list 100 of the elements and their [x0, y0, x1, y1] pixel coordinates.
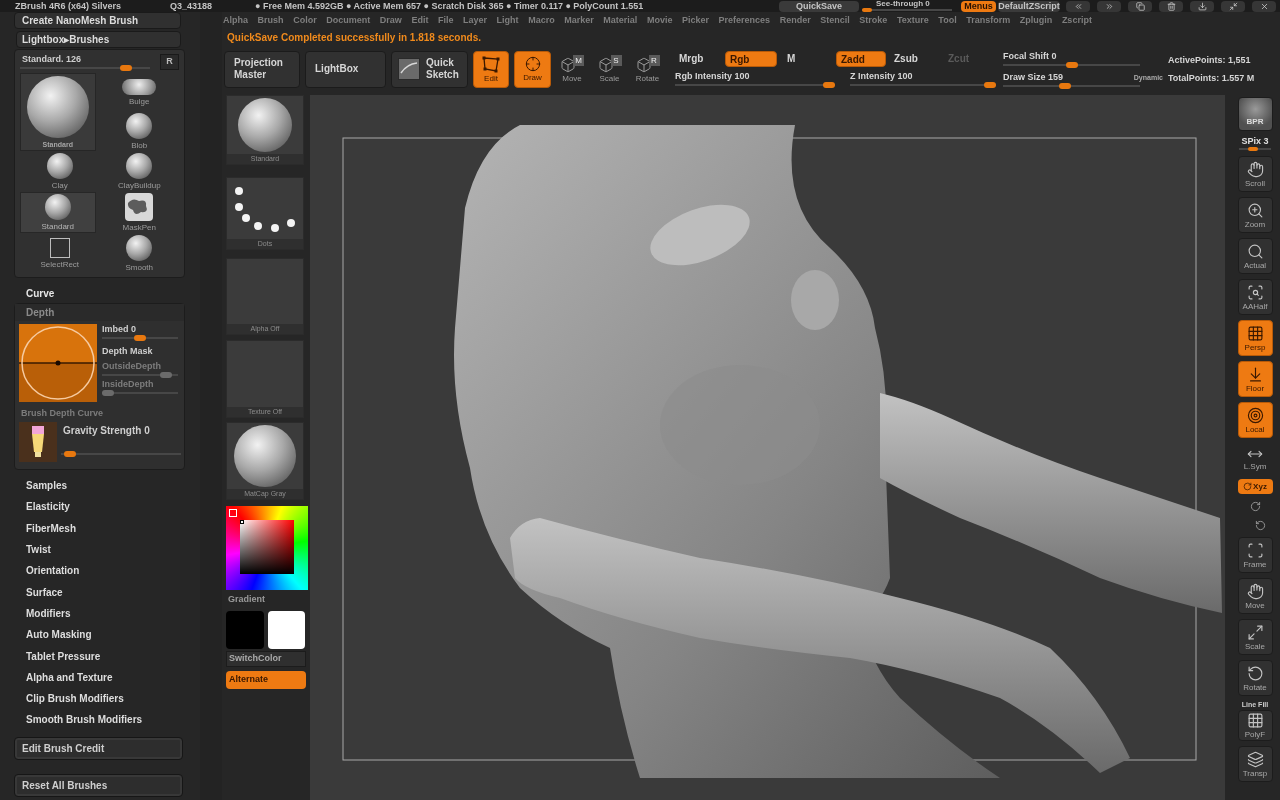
script-button[interactable]: DefaultZScript — [998, 0, 1060, 12]
slider-thumb[interactable] — [134, 335, 146, 341]
subpalette-item[interactable]: Alpha and Texture — [14, 666, 200, 688]
mode-toggle[interactable]: M — [783, 50, 803, 67]
color-swatch[interactable] — [267, 611, 305, 649]
persp-button[interactable]: Persp — [1237, 320, 1273, 356]
menu-item[interactable]: Material — [603, 14, 638, 28]
menu-item[interactable]: Zscript — [1061, 14, 1092, 28]
quick-sketch-button[interactable]: Quick Sketch — [391, 50, 468, 88]
color-picker[interactable] — [226, 506, 308, 590]
menus-toggle[interactable]: Menus — [961, 0, 996, 12]
subpalette-item[interactable]: Auto Masking — [14, 624, 200, 646]
slider-track[interactable] — [862, 8, 952, 12]
subpalette-item[interactable]: Samples — [14, 475, 200, 497]
transp-button[interactable]: Transp — [1237, 746, 1273, 782]
menu-item[interactable]: Brush — [257, 14, 284, 28]
window-control-button[interactable] — [1190, 0, 1214, 12]
create-nanomesh-button[interactable]: Create NanoMesh Brush — [14, 12, 181, 29]
move-button[interactable]: Move — [1237, 578, 1273, 614]
scale-mode-button[interactable]: S Scale — [593, 50, 626, 88]
brush-button[interactable]: Bulge — [99, 73, 179, 112]
subpalette-item[interactable]: Orientation — [14, 560, 200, 582]
projection-master-button[interactable]: Projection Master — [224, 50, 300, 88]
slider-track[interactable] — [61, 451, 181, 457]
gradient-toggle[interactable]: Gradient — [226, 593, 305, 606]
slider-thumb[interactable] — [64, 451, 77, 457]
brush-button[interactable]: Standard — [20, 192, 96, 233]
brush-button[interactable]: SelectRect — [20, 233, 100, 274]
draw-mode-button[interactable]: Draw — [514, 50, 551, 88]
bpr-render-button[interactable]: BPR — [1237, 97, 1273, 131]
menu-item[interactable]: Tool — [938, 14, 957, 28]
menu-item[interactable]: File — [437, 14, 454, 28]
mode-toggle[interactable]: Zadd — [836, 50, 886, 67]
slider-thumb[interactable] — [120, 65, 133, 71]
menu-item[interactable]: Macro — [528, 14, 555, 28]
subpalette-item[interactable]: FiberMesh — [14, 517, 200, 539]
local-button[interactable]: Local — [1237, 402, 1273, 438]
brush-button[interactable]: Clay — [20, 151, 100, 192]
frame-button[interactable]: Frame — [1237, 537, 1273, 573]
menu-item[interactable]: Render — [779, 14, 811, 28]
menu-item[interactable]: Transform — [966, 14, 1011, 28]
subpalette-item[interactable]: Modifiers — [14, 602, 200, 625]
reset-all-brushes-button[interactable]: Reset All Brushes — [14, 773, 183, 797]
slider-thumb[interactable] — [823, 82, 835, 88]
subpalette-item[interactable]: Elasticity — [14, 496, 200, 518]
lsym-button[interactable]: L.Sym — [1237, 443, 1273, 474]
window-control-button[interactable] — [1097, 0, 1121, 12]
slider-thumb[interactable] — [1065, 61, 1078, 68]
rotate-button[interactable]: Rotate — [1237, 660, 1273, 696]
mode-toggle[interactable]: Zsub — [890, 50, 934, 67]
menu-item[interactable]: Zplugin — [1019, 14, 1053, 28]
brush-button[interactable]: MaskPen — [99, 192, 179, 233]
alternate-toggle[interactable]: Alternate — [226, 671, 306, 689]
curve-subpalette[interactable]: Curve — [14, 283, 200, 303]
subpalette-item[interactable]: Smooth Brush Modifiers — [14, 709, 200, 731]
brush-button[interactable]: Blob — [99, 112, 179, 151]
viewport-canvas[interactable] — [310, 95, 1225, 800]
color-swatch[interactable] — [226, 611, 264, 649]
slider-thumb[interactable] — [862, 8, 872, 12]
slider-track[interactable] — [1239, 147, 1271, 151]
menu-item[interactable]: Draw — [379, 14, 402, 28]
depth-subpalette[interactable]: Depth — [15, 304, 184, 321]
mode-toggle[interactable]: Rgb — [725, 50, 777, 67]
subpalette-item[interactable]: Clip Brush Modifiers — [14, 687, 200, 710]
reset-brush-button[interactable]: R — [160, 54, 179, 70]
window-control-button[interactable] — [1066, 0, 1090, 12]
menu-item[interactable]: Document — [326, 14, 371, 28]
menu-item[interactable]: Layer — [463, 14, 488, 28]
menu-item[interactable]: Edit — [411, 14, 429, 28]
scroll-button[interactable]: Scroll — [1237, 156, 1273, 192]
menu-item[interactable]: Light — [496, 14, 519, 28]
menu-item[interactable]: Alpha — [223, 14, 248, 28]
window-control-button[interactable] — [1252, 0, 1276, 12]
scale-button[interactable]: Scale — [1237, 619, 1273, 655]
slider-track[interactable] — [102, 390, 178, 396]
slider-thumb[interactable] — [984, 82, 996, 88]
menu-item[interactable]: Picker — [682, 14, 710, 28]
subpalette-item[interactable]: Surface — [14, 581, 200, 603]
menu-item[interactable]: Color — [293, 14, 317, 28]
xyz-toggle[interactable]: Xyz — [1237, 479, 1273, 494]
subpalette-item[interactable]: Tablet Pressure — [14, 645, 200, 667]
menu-item[interactable]: Stencil — [820, 14, 850, 28]
mode-toggle[interactable]: Mrgb — [675, 50, 725, 67]
actual-button[interactable]: Actual — [1237, 238, 1273, 274]
slider-track[interactable] — [675, 82, 835, 88]
menu-item[interactable]: Texture — [896, 14, 929, 28]
polyf-button[interactable]: PolyF — [1237, 710, 1273, 741]
window-control-button[interactable] — [1159, 0, 1183, 12]
edit-mode-button[interactable]: Edit — [473, 50, 509, 88]
menu-item[interactable]: Stroke — [859, 14, 888, 28]
brush-button[interactable]: Smooth — [99, 233, 179, 274]
quicksave-button[interactable]: QuickSave — [779, 0, 859, 12]
slider-track[interactable] — [850, 82, 996, 88]
depth-mask-button[interactable]: Depth Mask — [102, 346, 180, 357]
menu-item[interactable]: Preferences — [718, 14, 771, 28]
slider-thumb[interactable] — [1247, 147, 1258, 151]
move-mode-button[interactable]: M Move — [556, 50, 588, 88]
aahalf-button[interactable]: AAHalf — [1237, 279, 1273, 315]
brush-button[interactable]: ClayBuildup — [99, 151, 179, 192]
menu-item[interactable]: Movie — [646, 14, 673, 28]
